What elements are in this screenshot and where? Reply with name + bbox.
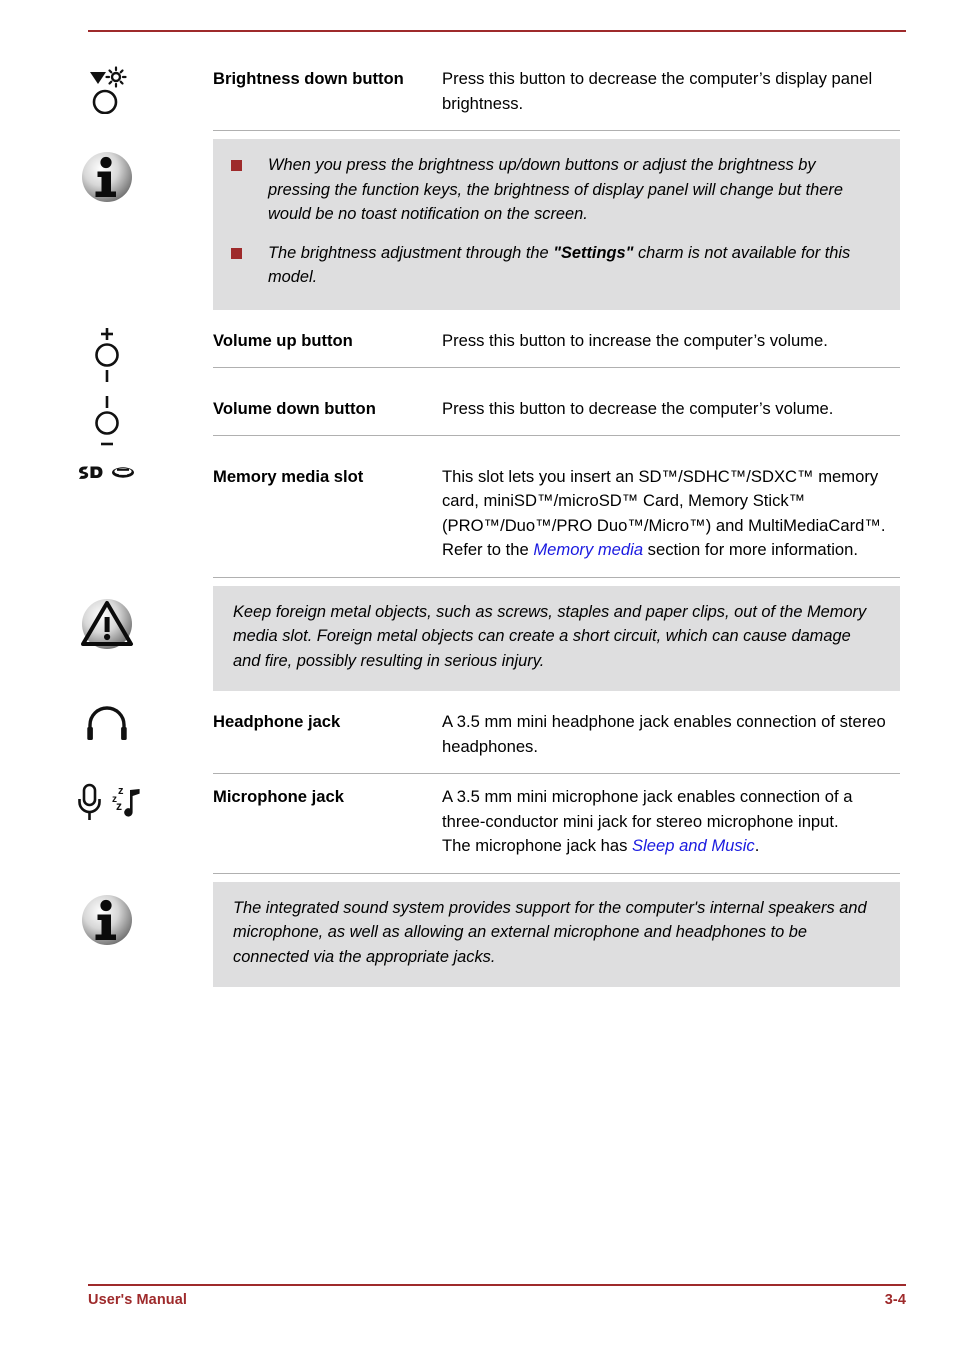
note-box: When you press the brightness up/down bu… (213, 139, 900, 310)
spec-description: Press this button to decrease the comput… (442, 397, 900, 422)
spec-description: A 3.5 mm mini microphone jack enables co… (442, 785, 900, 859)
warning-icon (79, 596, 135, 652)
row-body: Brightness down button Press this button… (213, 56, 900, 131)
spec-row-headphone-jack: Headphone jack A 3.5 mm mini headphone j… (0, 699, 954, 774)
headphone-jack-icon (84, 705, 130, 743)
desc-text: Press this button to decrease the comput… (442, 398, 834, 418)
spec-description: Press this button to increase the comput… (442, 329, 900, 354)
note-bullet-text: When you press the brightness up/down bu… (268, 156, 843, 223)
icon-cell: z z z (0, 774, 213, 824)
volume-down-button-icon (89, 392, 125, 454)
desc-link-sleep-and-music[interactable]: Sleep and Music (632, 836, 755, 855)
page-content: Brightness down button Press this button… (0, 56, 954, 995)
bullet-square-icon (231, 247, 242, 259)
desc-text: Press this button to decrease the comput… (442, 69, 873, 113)
icon-cell (0, 386, 213, 454)
spec-row-microphone-jack: z z z Microphone jack A 3.5 mm mini micr… (0, 774, 954, 874)
desc-link-memory-media[interactable]: Memory media (533, 540, 643, 559)
bullet-square-icon (231, 160, 242, 171)
icon-cell (0, 454, 213, 484)
note-memory-caution: Keep foreign metal objects, such as scre… (0, 585, 954, 691)
icon-cell (0, 318, 213, 386)
note-brightness: When you press the brightness up/down bu… (0, 139, 954, 310)
note-sound-system: The integrated sound system provides sup… (0, 881, 954, 987)
spec-name: Headphone jack (213, 712, 341, 731)
note-box: The integrated sound system provides sup… (213, 881, 900, 987)
note-bullet: When you press the brightness up/down bu… (231, 153, 882, 227)
info-icon (79, 892, 135, 948)
note-text-before: The brightness adjustment through the (268, 243, 554, 262)
microphone-jack-icon: z z z (72, 780, 142, 824)
spec-name: Volume down button (213, 398, 376, 418)
icon-cell (0, 699, 213, 743)
note-bullet-text: The brightness adjustment through the "S… (268, 241, 882, 290)
row-body: Headphone jack A 3.5 mm mini headphone j… (213, 699, 900, 774)
spec-row-volume-up: Volume up button Press this button to in… (0, 318, 954, 386)
desc-text: A 3.5 mm mini headphone jack enables con… (442, 712, 886, 756)
row-body: Memory media slot This slot lets you ins… (213, 454, 900, 578)
icon-cell (0, 586, 213, 652)
spec-description: This slot lets you insert an SD™/SDHC™/S… (442, 465, 900, 563)
header-divider (88, 30, 906, 32)
footer-divider (88, 1284, 906, 1286)
spec-row-brightness-down: Brightness down button Press this button… (0, 56, 954, 131)
svg-text:z: z (116, 799, 122, 813)
manual-label: User's Manual (88, 1292, 188, 1308)
spec-name: Volume up button (213, 330, 353, 350)
note-text-emphasis: "Settings" (553, 243, 634, 262)
desc-text: Press this button to increase the comput… (442, 330, 828, 350)
spec-row-volume-down: Volume down button Press this button to … (0, 386, 954, 454)
icon-cell (0, 56, 213, 114)
page-footer: User's Manual 3-4 (88, 1292, 906, 1308)
row-body: Volume down button Press this button to … (213, 386, 900, 436)
icon-cell (0, 882, 213, 948)
note-bullet: The brightness adjustment through the "S… (231, 241, 882, 290)
row-body: Volume up button Press this button to in… (213, 318, 900, 368)
manual-page: Brightness down button Press this button… (0, 0, 954, 1345)
brightness-down-button-icon (84, 62, 130, 114)
spec-name: Microphone jack (213, 787, 344, 806)
svg-text:z: z (118, 785, 124, 797)
desc-text-after: . (754, 836, 760, 855)
spec-name: Brightness down button (213, 69, 404, 88)
spec-row-memory-media-slot: Memory media slot This slot lets you ins… (0, 454, 954, 578)
volume-up-button-icon (89, 324, 125, 386)
spec-description: A 3.5 mm mini headphone jack enables con… (442, 710, 900, 759)
icon-cell (0, 139, 213, 205)
info-icon (79, 149, 135, 205)
caution-box: Keep foreign metal objects, such as scre… (213, 585, 900, 691)
spec-description: Press this button to decrease the comput… (442, 67, 900, 116)
memory-media-slot-icon (75, 460, 139, 484)
page-number: 3-4 (884, 1292, 906, 1308)
row-body: Microphone jack A 3.5 mm mini microphone… (213, 774, 900, 874)
desc-text-after: section for more information. (643, 540, 858, 559)
spec-name: Memory media slot (213, 466, 364, 486)
